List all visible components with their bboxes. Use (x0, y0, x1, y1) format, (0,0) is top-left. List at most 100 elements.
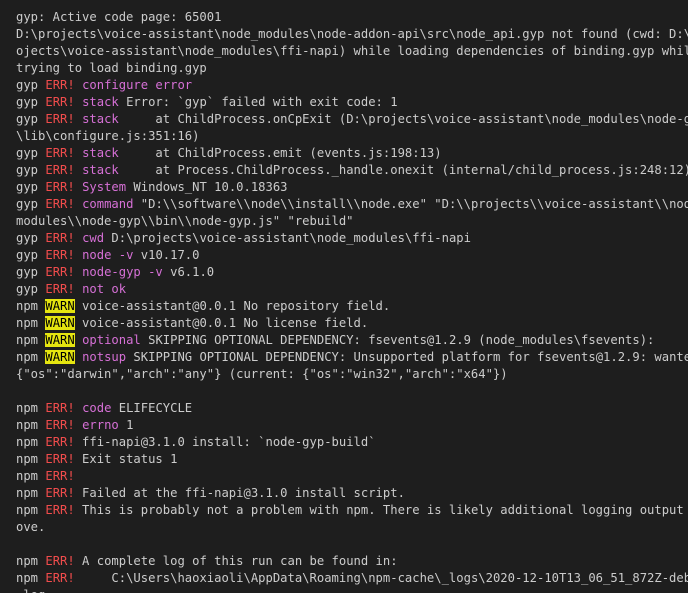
terminal-line: npm ERR! ffi-napi@3.1.0 install: `node-g… (16, 434, 688, 451)
log-text: D:\projects\voice-assistant\node_modules… (104, 231, 471, 245)
err-label: ERR! (45, 554, 75, 568)
terminal-line: gyp ERR! not ok (16, 281, 688, 298)
terminal-line: ove. (16, 519, 688, 536)
terminal-line: npm WARN voice-assistant@0.0.1 No reposi… (16, 298, 688, 315)
log-text: npm (16, 333, 46, 347)
terminal-line: gyp ERR! configure error (16, 77, 688, 94)
warn-badge: WARN (45, 316, 75, 330)
log-text: gyp (16, 265, 46, 279)
terminal-line: npm ERR! code ELIFECYCLE (16, 400, 688, 417)
log-keyword: stack (82, 112, 119, 126)
log-keyword: errno (82, 418, 119, 432)
log-text: ojects\voice-assistant\node_modules\ffi-… (16, 44, 688, 58)
terminal-line: .log (16, 587, 688, 593)
log-text: 1 (118, 418, 134, 432)
terminal-output[interactable]: gyp: Active code page: 65001 D:\projects\… (0, 0, 688, 593)
terminal-line: npm ERR! Failed at the ffi-napi@3.1.0 in… (16, 485, 688, 502)
log-text: D:\projects\voice-assistant\node_modules… (16, 27, 688, 41)
log-text: Failed at the ffi-napi@3.1.0 install scr… (74, 486, 405, 500)
err-label: ERR! (45, 78, 75, 92)
terminal-line: {"os":"darwin","arch":"any"} (current: {… (16, 366, 688, 383)
err-label: ERR! (45, 231, 75, 245)
log-text: npm (16, 452, 46, 466)
log-text: SKIPPING OPTIONAL DEPENDENCY: fsevents@1… (140, 333, 655, 347)
log-keyword: not ok (82, 282, 127, 296)
err-label: ERR! (45, 95, 75, 109)
log-text: v6.1.0 (162, 265, 215, 279)
terminal-line: npm ERR! errno 1 (16, 417, 688, 434)
terminal-line: gyp ERR! node -v v10.17.0 (16, 247, 688, 264)
log-text: Exit status 1 (74, 452, 178, 466)
terminal-line: gyp: Active code page: 65001 (16, 9, 688, 26)
log-text: npm (16, 554, 46, 568)
log-keyword: command (82, 197, 134, 211)
log-keyword: node-gyp -v (82, 265, 163, 279)
warn-badge: WARN (45, 333, 75, 347)
log-text: npm (16, 299, 46, 313)
log-keyword: stack (82, 146, 119, 160)
log-text: npm (16, 418, 46, 432)
log-text: npm (16, 401, 46, 415)
terminal-line: modules\\node-gyp\\bin\\node-gyp.js" "re… (16, 213, 688, 230)
err-label: ERR! (45, 197, 75, 211)
terminal-line: npm WARN voice-assistant@0.0.1 No licens… (16, 315, 688, 332)
terminal-line: gyp ERR! stack at Process.ChildProcess._… (16, 162, 688, 179)
terminal-line: npm ERR! This is probably not a problem … (16, 502, 688, 519)
err-label: ERR! (45, 163, 75, 177)
log-text: gyp (16, 78, 46, 92)
err-label: ERR! (45, 248, 75, 262)
log-text: gyp (16, 248, 46, 262)
terminal-line: \lib\configure.js:351:16) (16, 128, 688, 145)
log-text: at Process.ChildProcess._handle.onexit (… (118, 163, 688, 177)
terminal-line: npm WARN optional SKIPPING OPTIONAL DEPE… (16, 332, 688, 349)
log-keyword: stack (82, 163, 119, 177)
terminal-line: npm ERR! (16, 468, 688, 485)
log-keyword: System (82, 180, 127, 194)
err-label: ERR! (45, 435, 75, 449)
terminal-line: npm ERR! A complete log of this run can … (16, 553, 688, 570)
log-text: \lib\configure.js:351:16) (16, 129, 200, 143)
log-text: This is probably not a problem with npm.… (74, 503, 688, 517)
terminal-line: D:\projects\voice-assistant\node_modules… (16, 26, 688, 43)
log-text: {"os":"darwin","arch":"any"} (current: {… (16, 367, 508, 381)
err-label: ERR! (45, 265, 75, 279)
err-label: ERR! (45, 503, 75, 517)
terminal-line: gyp ERR! stack Error: `gyp` failed with … (16, 94, 688, 111)
log-keyword: code (82, 401, 112, 415)
log-text: gyp (16, 231, 46, 245)
log-text: SKIPPING OPTIONAL DEPENDENCY: Unsupporte… (126, 350, 688, 364)
log-text: "D:\\software\\node\\install\\node.exe" … (133, 197, 688, 211)
log-text: C:\Users\haoxiaoli\AppData\Roaming\npm-c… (74, 571, 688, 585)
err-label: ERR! (45, 112, 75, 126)
log-text: npm (16, 503, 46, 517)
terminal-line: npm WARN notsup SKIPPING OPTIONAL DEPEND… (16, 349, 688, 366)
log-text: ELIFECYCLE (111, 401, 193, 415)
terminal-line: npm ERR! Exit status 1 (16, 451, 688, 468)
log-text: .log (16, 588, 45, 593)
log-text: npm (16, 316, 46, 330)
terminal-line: gyp ERR! command "D:\\software\\node\\in… (16, 196, 688, 213)
log-text: npm (16, 350, 46, 364)
terminal-line: gyp ERR! cwd D:\projects\voice-assistant… (16, 230, 688, 247)
log-keyword: node -v (82, 248, 134, 262)
log-text: gyp (16, 95, 46, 109)
log-keyword: cwd (82, 231, 105, 245)
warn-badge: WARN (45, 350, 75, 364)
log-text: voice-assistant@0.0.1 No repository fiel… (74, 299, 391, 313)
log-text: npm (16, 435, 46, 449)
terminal-line: ojects\voice-assistant\node_modules\ffi-… (16, 43, 688, 60)
terminal-line: gyp ERR! stack at ChildProcess.onCpExit … (16, 111, 688, 128)
